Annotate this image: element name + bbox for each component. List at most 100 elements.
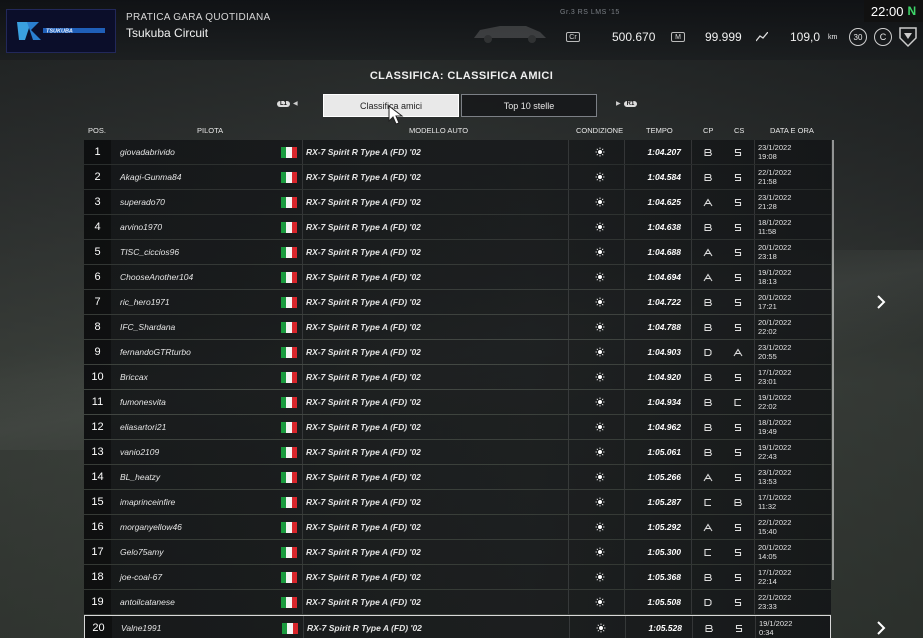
row-time: 1:04.638	[647, 222, 681, 232]
sun-icon	[595, 247, 605, 257]
row-hour: 22:02	[758, 327, 777, 336]
sun-icon	[595, 222, 605, 232]
italy-flag-icon	[282, 616, 300, 638]
row-time: 1:05.528	[648, 623, 682, 633]
row-divider	[691, 365, 692, 389]
row-divider	[754, 515, 755, 539]
row-position: 2	[84, 165, 111, 189]
grade-s-icon	[734, 248, 742, 256]
chevron-right-icon[interactable]	[876, 621, 886, 635]
row-divider	[568, 265, 569, 289]
table-row[interactable]: 4 arvino1970 RX-7 Spirit R Type A (FD) '02…	[84, 215, 831, 239]
credits-stat: Cr 500.670	[566, 30, 655, 44]
row-position: 5	[84, 240, 111, 264]
row-car: RX-7 Spirit R Type A (FD) '02	[306, 247, 421, 257]
table-row[interactable]: 5 TISC_ciccios96 RX-7 Spirit R Type A (FD)…	[84, 240, 831, 264]
table-row[interactable]: 18 joe-coal-67 RX-7 Spirit R Type A (FD) '…	[84, 565, 831, 589]
grade-s-icon	[734, 473, 742, 481]
table-row[interactable]: 20 Valne1991 RX-7 Spirit R Type A (FD) '02…	[84, 615, 831, 638]
italy-flag-icon	[281, 190, 299, 214]
row-pilot: fernandoGTRturbo	[120, 347, 191, 357]
table-row[interactable]: 2 Akagi-Gunma84 RX-7 Spirit R Type A (FD) …	[84, 165, 831, 189]
row-date: 18/1/2022	[758, 218, 792, 227]
row-datetime: 19/1/2022 22:43	[758, 440, 818, 464]
row-car: RX-7 Spirit R Type A (FD) '02	[306, 147, 421, 157]
table-row[interactable]: 6 ChooseAnother104 RX-7 Spirit R Type A (F…	[84, 265, 831, 289]
row-hour: 19:49	[758, 427, 777, 436]
table-row[interactable]: 3 superado70 RX-7 Spirit R Type A (FD) '02…	[84, 190, 831, 214]
table-row[interactable]: 15 imaprinceinfire RX-7 Spirit R Type A (F…	[84, 490, 831, 514]
row-cs-grade	[730, 465, 746, 489]
row-car: RX-7 Spirit R Type A (FD) '02	[306, 572, 421, 582]
table-row[interactable]: 1 giovadabrivido RX-7 Spirit R Type A (FD)…	[84, 140, 831, 164]
table-row[interactable]: 17 Gelo75amy RX-7 Spirit R Type A (FD) '02…	[84, 540, 831, 564]
row-datetime: 18/1/2022 19:49	[758, 415, 818, 439]
grade-s-icon	[734, 273, 742, 281]
row-divider	[754, 540, 755, 564]
grade-a-icon	[703, 522, 713, 531]
triangle-left-icon: ◀	[293, 101, 298, 107]
grade-a-icon	[703, 247, 713, 256]
row-divider	[691, 415, 692, 439]
row-divider	[302, 465, 303, 489]
table-row[interactable]: 9 fernandoGTRturbo RX-7 Spirit R Type A (F…	[84, 340, 831, 364]
row-cs-grade	[730, 565, 746, 589]
table-row[interactable]: 13 vanio2109 RX-7 Spirit R Type A (FD) '02…	[84, 440, 831, 464]
row-divider	[302, 315, 303, 339]
scrollbar[interactable]	[832, 140, 834, 580]
italy-flag-icon	[281, 340, 299, 364]
row-condition	[590, 390, 610, 414]
table-row[interactable]: 7 ric_hero1971 RX-7 Spirit R Type A (FD) '…	[84, 290, 831, 314]
table-row[interactable]: 12 eliasartori21 RX-7 Spirit R Type A (FD)…	[84, 415, 831, 439]
row-car: RX-7 Spirit R Type A (FD) '02	[306, 547, 421, 557]
row-hour: 21:58	[758, 177, 777, 186]
row-pilot: ChooseAnother104	[120, 272, 194, 282]
table-row[interactable]: 14 BL_heatzy RX-7 Spirit R Type A (FD) '02…	[84, 465, 831, 489]
table-row[interactable]: 8 IFC_Shardana RX-7 Spirit R Type A (FD) '…	[84, 315, 831, 339]
italy-flag-icon	[281, 390, 299, 414]
row-divider	[302, 390, 303, 414]
grade-s-icon	[734, 298, 742, 306]
table-row[interactable]: 11 fumonesvita RX-7 Spirit R Type A (FD) '…	[84, 390, 831, 414]
row-divider	[692, 616, 693, 638]
grade-b-icon	[704, 573, 713, 581]
table-row[interactable]: 10 Briccax RX-7 Spirit R Type A (FD) '02 1:…	[84, 365, 831, 389]
tab-top-10-stars[interactable]: Top 10 stelle	[461, 94, 597, 117]
row-divider	[302, 265, 303, 289]
row-time: 1:04.694	[647, 272, 681, 282]
row-divider	[754, 440, 755, 464]
col-cs: CS	[734, 126, 745, 135]
row-hour: 14:05	[758, 552, 777, 561]
row-divider	[302, 540, 303, 564]
row-pilot: morganyellow46	[120, 522, 182, 532]
row-cp-grade	[700, 565, 716, 589]
row-condition	[590, 515, 610, 539]
chevron-right-icon[interactable]	[876, 295, 886, 309]
italy-flag-icon	[281, 565, 299, 589]
track-name: Tsukuba Circuit	[126, 26, 209, 40]
row-time: 1:04.207	[647, 147, 681, 157]
row-divider	[754, 565, 755, 589]
sun-icon	[595, 297, 605, 307]
row-position: 11	[84, 390, 111, 414]
row-cp-grade	[700, 315, 716, 339]
row-hour: 20:55	[758, 352, 777, 361]
row-time: 1:05.061	[647, 447, 681, 457]
row-datetime: 23/1/2022 13:53	[758, 465, 818, 489]
table-row[interactable]: 19 antoilcatanese RX-7 Spirit R Type A (FD…	[84, 590, 831, 614]
row-divider	[302, 565, 303, 589]
row-pilot: BL_heatzy	[120, 472, 161, 482]
row-divider	[754, 215, 755, 239]
row-divider	[568, 140, 569, 164]
row-hour: 22:02	[758, 402, 777, 411]
grade-s-icon	[734, 598, 742, 606]
row-hour: 11:32	[758, 502, 777, 511]
row-divider	[568, 415, 569, 439]
row-position: 12	[84, 415, 111, 439]
table-row[interactable]: 16 morganyellow46 RX-7 Spirit R Type A (FD…	[84, 515, 831, 539]
row-datetime: 19/1/2022 22:02	[758, 390, 818, 414]
col-date: DATA E ORA	[770, 126, 814, 135]
grade-b-icon	[704, 223, 713, 231]
row-car: RX-7 Spirit R Type A (FD) '02	[306, 272, 421, 282]
row-divider	[691, 590, 692, 614]
